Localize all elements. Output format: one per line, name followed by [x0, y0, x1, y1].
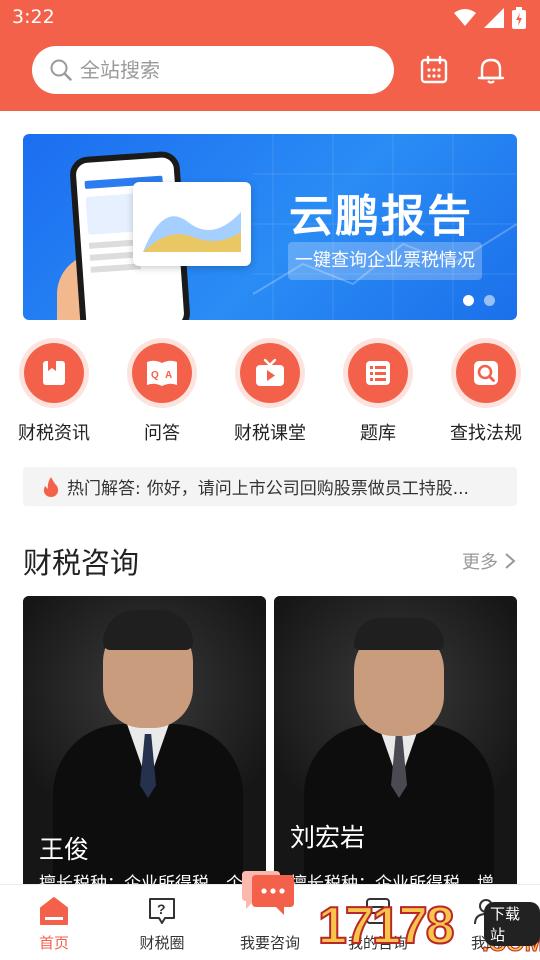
- wifi-icon: [454, 9, 476, 26]
- expert-card[interactable]: 刘宏岩 擅长税种：企业所得税、增: [274, 596, 517, 896]
- carousel-indicator: [463, 295, 495, 306]
- category-label: 题库: [360, 423, 396, 444]
- tab-home[interactable]: 首页: [0, 885, 108, 960]
- category-label: 查找法规: [450, 423, 522, 444]
- category-finance-news[interactable]: 财税资讯: [0, 343, 108, 445]
- search-icon: [50, 59, 72, 81]
- home-icon: [40, 897, 68, 925]
- hot-answer-ticker[interactable]: 热门解答: 你好，请问上市公司回购股票做员工持股...: [23, 467, 517, 506]
- calendar-icon: [420, 55, 448, 84]
- section-title: 财税咨询: [23, 546, 140, 580]
- search-bar[interactable]: [32, 46, 394, 94]
- category-label: 财税资讯: [18, 423, 90, 444]
- category-qa[interactable]: QA 问答: [108, 343, 216, 445]
- category-label: 财税课堂: [234, 423, 306, 444]
- search-icon: [474, 361, 498, 385]
- banner-title: 云鹏报告: [289, 191, 473, 242]
- qa-book-icon: QA: [147, 360, 177, 386]
- promo-banner[interactable]: 云鹏报告 一键查询企业票税情况: [23, 134, 517, 320]
- status-time: 3:22: [12, 6, 55, 28]
- status-icons: [454, 6, 526, 30]
- category-find-regulations[interactable]: 查找法规: [432, 343, 540, 445]
- expert-card[interactable]: 王俊 擅长税种：企业所得税、个: [23, 596, 266, 896]
- app-header: 3:22: [0, 0, 540, 111]
- signal-icon: [484, 8, 504, 28]
- svg-text:?: ?: [157, 901, 166, 917]
- expert-name: 刘宏岩: [290, 823, 366, 852]
- chevron-right-icon: [505, 553, 516, 569]
- fire-icon: [43, 476, 59, 497]
- question-icon: ?: [149, 898, 175, 924]
- chat-bubble-icon: [242, 871, 294, 915]
- category-label: 问答: [144, 423, 180, 444]
- watermark-number: 17178: [317, 896, 456, 956]
- more-label: 更多: [462, 552, 498, 573]
- svg-text:A: A: [165, 370, 172, 381]
- site-watermark: 17178 .COM 下载站: [314, 896, 540, 960]
- watermark-tag: 下载站: [484, 902, 540, 946]
- tv-play-icon: [256, 358, 284, 386]
- category-classroom[interactable]: 财税课堂: [216, 343, 324, 445]
- more-link[interactable]: 更多: [462, 548, 516, 574]
- hot-answer-prefix: 热门解答:: [67, 479, 141, 499]
- tab-consult[interactable]: 我要咨询: [216, 871, 324, 960]
- category-question-bank[interactable]: 题库: [324, 343, 432, 445]
- carousel-dot[interactable]: [463, 295, 474, 306]
- carousel-dot[interactable]: [484, 295, 495, 306]
- hot-answer-text: 你好，请问上市公司回购股票做员工持股...: [146, 479, 469, 499]
- search-input[interactable]: [80, 58, 360, 82]
- tab-label: 首页: [38, 934, 69, 952]
- expert-name: 王俊: [39, 835, 90, 864]
- notification-button[interactable]: [473, 52, 509, 88]
- status-bar: 3:22: [0, 0, 540, 36]
- list-icon: [366, 361, 390, 385]
- tab-label: 我要咨询: [239, 934, 300, 952]
- tab-finance-circle[interactable]: ? 财税圈: [108, 885, 216, 960]
- document-icon: [43, 361, 65, 385]
- tab-label: 财税圈: [139, 934, 185, 952]
- chart-card-illustration: [133, 182, 251, 266]
- bell-icon: [477, 58, 505, 84]
- calendar-button[interactable]: [416, 52, 452, 88]
- battery-icon: [512, 7, 526, 29]
- banner-subtitle: 一键查询企业票税情况: [288, 242, 482, 280]
- svg-text:Q: Q: [151, 370, 159, 381]
